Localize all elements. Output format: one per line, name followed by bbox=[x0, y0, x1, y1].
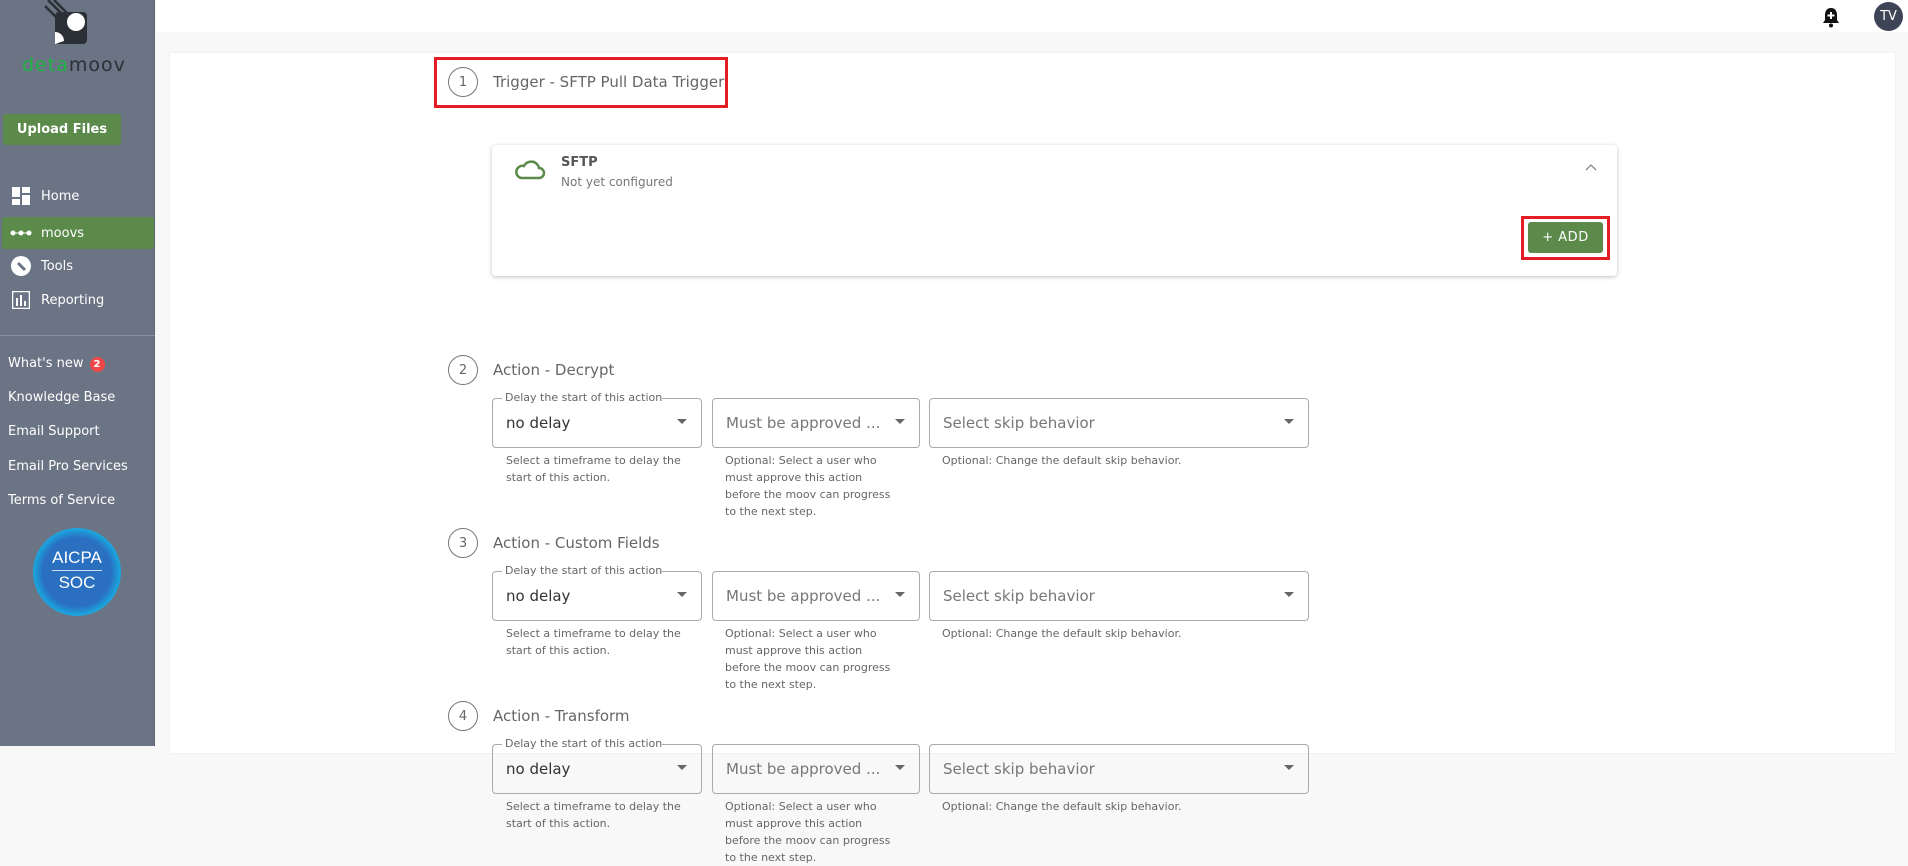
approver-select[interactable]: Must be approved ... bbox=[712, 744, 920, 794]
approver-helper-text: Optional: Select a user who must approve… bbox=[725, 627, 891, 691]
delay-value: no delay bbox=[506, 587, 571, 605]
sidebar-item-reporting[interactable]: Reporting bbox=[2, 284, 154, 316]
approver-helper-text: Optional: Select a user who must approve… bbox=[725, 454, 891, 518]
step-title: Action - Custom Fields bbox=[493, 534, 660, 552]
dropdown-arrow-icon bbox=[1284, 765, 1294, 770]
approver-select[interactable]: Must be approved ... bbox=[712, 571, 920, 621]
skip-behavior-select[interactable]: Select skip behavior bbox=[929, 571, 1309, 621]
knowledge-base-link[interactable]: Knowledge Base bbox=[8, 390, 115, 405]
dropdown-arrow-icon bbox=[677, 765, 687, 770]
skip-placeholder: Select skip behavior bbox=[943, 587, 1095, 605]
sidebar-item-tools[interactable]: Tools bbox=[2, 250, 154, 282]
whats-new-link[interactable]: What's new 2 bbox=[8, 356, 105, 372]
approver-select[interactable]: Must be approved ... bbox=[712, 398, 920, 448]
delay-legend: Delay the start of this action bbox=[502, 564, 662, 577]
skip-behavior-select[interactable]: Select skip behavior bbox=[929, 398, 1309, 448]
sftp-trigger-card: SFTP Not yet configured + ADD bbox=[492, 145, 1617, 276]
logo-text: detamoov bbox=[22, 54, 126, 76]
dropdown-arrow-icon bbox=[1284, 592, 1294, 597]
delay-helper-text: Select a timeframe to delay the start of… bbox=[506, 627, 681, 657]
card-status: Not yet configured bbox=[561, 175, 673, 189]
step-number: 3 bbox=[448, 528, 478, 558]
sidebar-item-label: Tools bbox=[41, 258, 74, 274]
dropdown-arrow-icon bbox=[677, 419, 687, 424]
delay-helper-text: Select a timeframe to delay the start of… bbox=[506, 454, 681, 484]
terms-of-service-link[interactable]: Terms of Service bbox=[8, 493, 115, 508]
upload-files-button[interactable]: Upload Files bbox=[3, 114, 121, 145]
user-avatar[interactable]: TV bbox=[1874, 2, 1903, 31]
cloud-icon bbox=[515, 160, 546, 180]
delay-legend: Delay the start of this action bbox=[502, 391, 662, 404]
sidebar-item-label: Reporting bbox=[41, 292, 105, 308]
step-number: 4 bbox=[448, 701, 478, 731]
sidebar-item-label: moovs bbox=[41, 225, 85, 241]
step-title: Trigger - SFTP Pull Data Trigger bbox=[493, 73, 725, 91]
sidebar-item-moovs[interactable]: moovs bbox=[2, 217, 154, 249]
sidebar-item-label: Home bbox=[41, 188, 80, 204]
skip-helper-text: Optional: Change the default skip behavi… bbox=[942, 454, 1182, 467]
skip-helper-text: Optional: Change the default skip behavi… bbox=[942, 800, 1182, 813]
dropdown-arrow-icon bbox=[895, 419, 905, 424]
step-3-header: 3 Action - Custom Fields bbox=[448, 528, 660, 558]
aicpa-soc-badge: AICPA SOC bbox=[33, 528, 121, 616]
step-2-header: 2 Action - Decrypt bbox=[448, 355, 614, 385]
dropdown-arrow-icon bbox=[895, 592, 905, 597]
approver-placeholder: Must be approved ... bbox=[726, 587, 881, 605]
chevron-up-icon[interactable] bbox=[1585, 163, 1597, 171]
card-title: SFTP bbox=[561, 155, 598, 170]
approver-helper-text: Optional: Select a user who must approve… bbox=[725, 800, 891, 864]
delay-select[interactable]: Delay the start of this action no delay bbox=[492, 391, 702, 448]
delay-value: no delay bbox=[506, 414, 571, 432]
step-4-header: 4 Action - Transform bbox=[448, 701, 630, 731]
delay-select[interactable]: Delay the start of this action no delay bbox=[492, 737, 702, 794]
bell-plus-icon[interactable] bbox=[1820, 6, 1842, 28]
step-number: 2 bbox=[448, 355, 478, 385]
dashboard-icon bbox=[10, 187, 32, 205]
approver-placeholder: Must be approved ... bbox=[726, 414, 881, 432]
skip-helper-text: Optional: Change the default skip behavi… bbox=[942, 627, 1182, 640]
approver-placeholder: Must be approved ... bbox=[726, 760, 881, 778]
delay-legend: Delay the start of this action bbox=[502, 737, 662, 750]
delay-helper-text: Select a timeframe to delay the start of… bbox=[506, 800, 681, 830]
delay-value: no delay bbox=[506, 760, 571, 778]
delay-select[interactable]: Delay the start of this action no delay bbox=[492, 564, 702, 621]
top-bar bbox=[156, 0, 1908, 32]
dropdown-arrow-icon bbox=[1284, 419, 1294, 424]
dropdown-arrow-icon bbox=[895, 765, 905, 770]
sidebar-divider bbox=[0, 335, 155, 336]
email-support-link[interactable]: Email Support bbox=[8, 424, 100, 439]
add-button[interactable]: + ADD bbox=[1528, 222, 1603, 253]
skip-placeholder: Select skip behavior bbox=[943, 414, 1095, 432]
skip-placeholder: Select skip behavior bbox=[943, 760, 1095, 778]
email-pro-services-link[interactable]: Email Pro Services bbox=[8, 459, 128, 474]
bar-chart-icon bbox=[10, 291, 32, 309]
dropdown-arrow-icon bbox=[677, 592, 687, 597]
step-title: Action - Decrypt bbox=[493, 361, 615, 379]
notification-badge: 2 bbox=[89, 357, 105, 372]
sidebar: detamoov Upload Files Home moovs Tools R… bbox=[0, 0, 155, 746]
sidebar-item-home[interactable]: Home bbox=[2, 180, 154, 212]
step-1-header: 1 Trigger - SFTP Pull Data Trigger bbox=[448, 67, 724, 97]
skip-behavior-select[interactable]: Select skip behavior bbox=[929, 744, 1309, 794]
moovs-dots-icon bbox=[10, 229, 32, 237]
step-number: 1 bbox=[448, 67, 478, 97]
step-title: Action - Transform bbox=[493, 707, 630, 725]
wrench-icon bbox=[10, 256, 32, 276]
